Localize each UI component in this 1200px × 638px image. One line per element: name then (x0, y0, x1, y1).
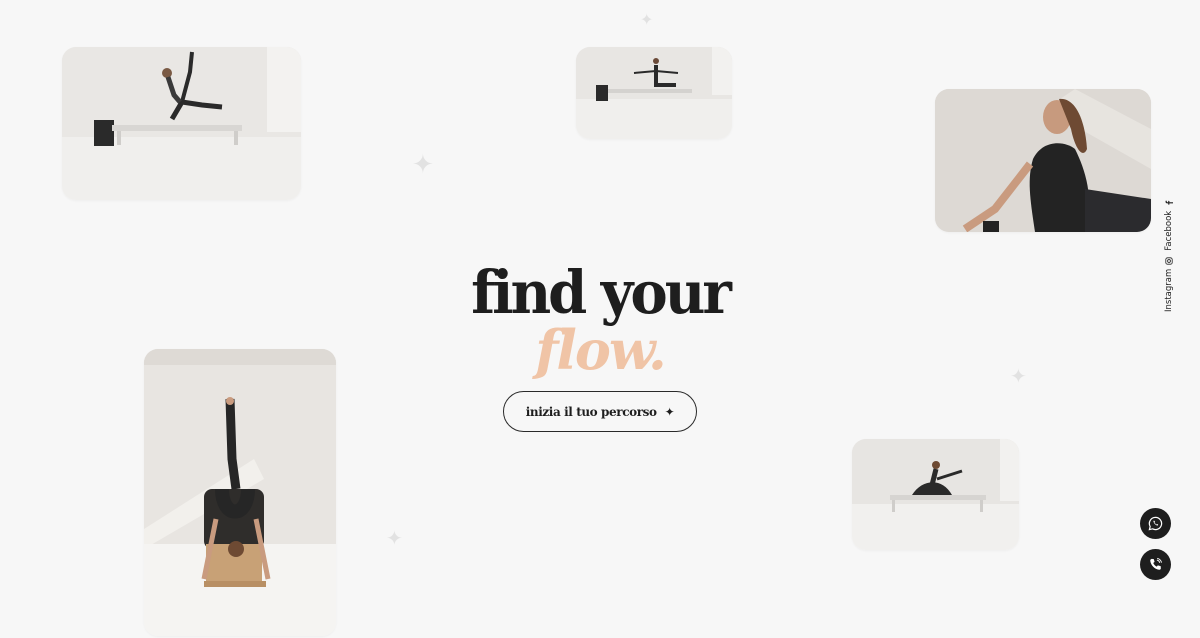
pilates-reformer-small-photo (576, 47, 732, 139)
start-journey-button[interactable]: inizia il tuo percorso ✦ (503, 391, 697, 432)
stretch-portrait-photo (935, 89, 1151, 232)
facebook-icon (1165, 200, 1173, 205)
whatsapp-icon (1148, 516, 1163, 531)
phone-icon (1150, 557, 1162, 570)
social-links: Instagram Facebook (1163, 200, 1175, 312)
facebook-link[interactable]: Facebook (1164, 199, 1174, 251)
page: ✦ ✦ ✦ ✦ find your flow. inizia il tuo pe… (0, 0, 1200, 638)
pilates-reformer-photo (62, 47, 301, 200)
whatsapp-button[interactable] (1140, 508, 1171, 539)
hero-title: find your (471, 258, 732, 328)
instagram-link[interactable]: Instagram (1164, 257, 1174, 312)
sparkle-decoration-icon: ✦ (386, 526, 403, 550)
hero-title-accent: flow. (535, 318, 667, 382)
sparkle-decoration-icon: ✦ (640, 10, 654, 29)
hero-heading: find your flow. (0, 258, 1200, 382)
instagram-label: Instagram (1164, 268, 1174, 312)
sparkle-icon: ✦ (664, 404, 675, 419)
cta-label: inizia il tuo percorso (525, 404, 657, 419)
facebook-label: Facebook (1164, 210, 1174, 251)
reformer-stretch-photo (852, 439, 1019, 550)
phone-button[interactable] (1140, 549, 1171, 580)
wunda-chair-photo (144, 349, 336, 636)
sparkle-decoration-icon: ✦ (412, 150, 434, 180)
instagram-icon (1165, 257, 1173, 265)
